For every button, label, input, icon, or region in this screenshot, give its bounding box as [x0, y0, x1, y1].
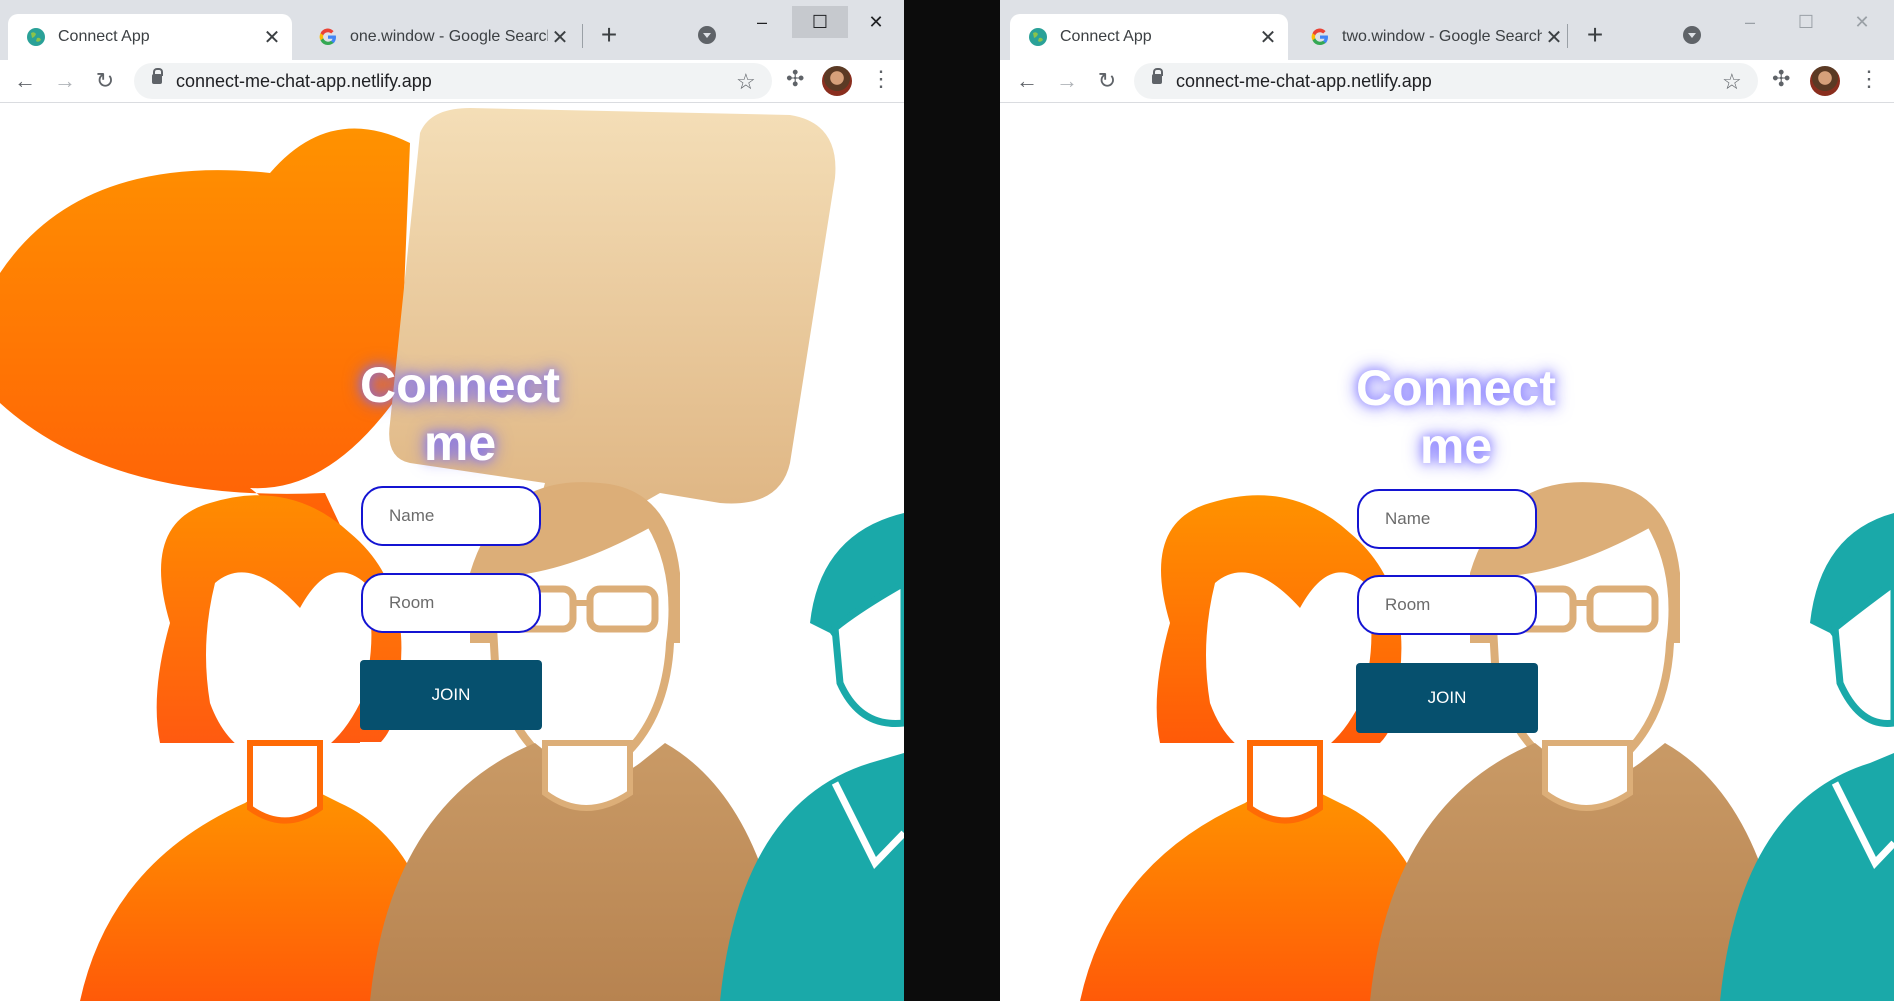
bookmark-star-icon[interactable]: ☆: [1722, 69, 1742, 95]
globe-icon: [1029, 28, 1047, 46]
page-viewport: Connect me JOIN: [1000, 103, 1894, 1001]
tab-connect-app[interactable]: Connect App ✕: [8, 14, 292, 60]
extensions-icon[interactable]: ✣: [786, 66, 804, 92]
profile-avatar[interactable]: [822, 66, 852, 96]
address-bar[interactable]: connect-me-chat-app.netlify.app ☆: [1134, 63, 1758, 99]
tab-close-icon[interactable]: ✕: [1256, 25, 1280, 50]
browser-window-right: Connect App ✕ two.window - Google Search…: [1000, 0, 1894, 1001]
close-window-button[interactable]: ✕: [1834, 6, 1890, 38]
minimize-button[interactable]: –: [734, 6, 790, 38]
new-tab-button[interactable]: +: [1580, 20, 1610, 50]
maximize-button[interactable]: ☐: [792, 6, 848, 38]
lock-icon: [152, 68, 163, 84]
app-title: Connect me: [340, 356, 580, 472]
tab-google-search[interactable]: two.window - Google Search ✕: [1292, 14, 1574, 60]
url-text: connect-me-chat-app.netlify.app: [1176, 71, 1432, 91]
join-button[interactable]: JOIN: [360, 660, 542, 730]
globe-icon: [27, 28, 45, 46]
app-title-line2: me: [1419, 418, 1493, 474]
tab-close-icon[interactable]: ✕: [260, 25, 284, 50]
extensions-icon[interactable]: ✣: [1772, 66, 1790, 92]
tab-title: one.window - Google Search: [350, 28, 548, 45]
forward-icon[interactable]: →: [50, 66, 80, 96]
app-title-line1: Connect: [360, 357, 560, 413]
google-icon: [319, 28, 336, 46]
tab-title: Connect App: [1060, 28, 1152, 45]
app-title-line2: me: [423, 415, 497, 471]
profile-avatar[interactable]: [1810, 66, 1840, 96]
decorative-underline: [1356, 745, 1404, 747]
browser-toolbar: ← → ↻ connect-me-chat-app.netlify.app ☆ …: [1000, 60, 1894, 103]
minimize-button[interactable]: –: [1722, 6, 1778, 38]
decorative-underline: [360, 742, 408, 744]
reload-icon[interactable]: ↻: [1092, 66, 1122, 96]
name-input[interactable]: [1357, 489, 1537, 549]
app-title: Connect me: [1336, 359, 1576, 475]
close-window-button[interactable]: ✕: [848, 6, 904, 38]
url-text: connect-me-chat-app.netlify.app: [176, 71, 432, 91]
browser-toolbar: ← → ↻ connect-me-chat-app.netlify.app ☆ …: [0, 60, 904, 103]
room-input[interactable]: [1357, 575, 1537, 635]
tab-google-search[interactable]: one.window - Google Search ✕: [300, 14, 580, 60]
address-bar[interactable]: connect-me-chat-app.netlify.app ☆: [134, 63, 772, 99]
tab-close-icon[interactable]: ✕: [1542, 25, 1566, 50]
reload-icon[interactable]: ↻: [90, 66, 120, 96]
join-button[interactable]: JOIN: [1356, 663, 1538, 733]
app-title-line1: Connect: [1356, 360, 1556, 416]
tab-connect-app[interactable]: Connect App ✕: [1010, 14, 1288, 60]
page-viewport: Connect me JOIN: [0, 103, 904, 1001]
tab-close-icon[interactable]: ✕: [548, 25, 572, 50]
bookmark-star-icon[interactable]: ☆: [736, 69, 756, 95]
browser-menu-icon[interactable]: ⋮: [1858, 66, 1880, 92]
forward-icon[interactable]: →: [1052, 66, 1082, 96]
browser-menu-icon[interactable]: ⋮: [870, 66, 892, 92]
back-icon[interactable]: ←: [1012, 66, 1042, 96]
tab-title: two.window - Google Search: [1342, 28, 1542, 45]
people-illustration: [1080, 482, 1894, 1001]
google-icon: [1311, 28, 1328, 46]
back-icon[interactable]: ←: [10, 66, 40, 96]
tab-strip: Connect App ✕ one.window - Google Search…: [0, 0, 904, 60]
tab-strip: Connect App ✕ two.window - Google Search…: [1000, 0, 1894, 60]
maximize-button[interactable]: ☐: [1778, 6, 1834, 38]
chat-people-illustration: [0, 108, 904, 1001]
tab-title: Connect App: [58, 28, 150, 45]
name-input[interactable]: [361, 486, 541, 546]
tab-search-icon[interactable]: [698, 26, 716, 44]
lock-icon: [1152, 68, 1163, 84]
room-input[interactable]: [361, 573, 541, 633]
tab-search-icon[interactable]: [1683, 26, 1701, 44]
browser-window-left: Connect App ✕ one.window - Google Search…: [0, 0, 904, 1001]
new-tab-button[interactable]: +: [594, 20, 624, 50]
tab-divider: [582, 24, 583, 48]
tab-divider: [1567, 24, 1568, 48]
